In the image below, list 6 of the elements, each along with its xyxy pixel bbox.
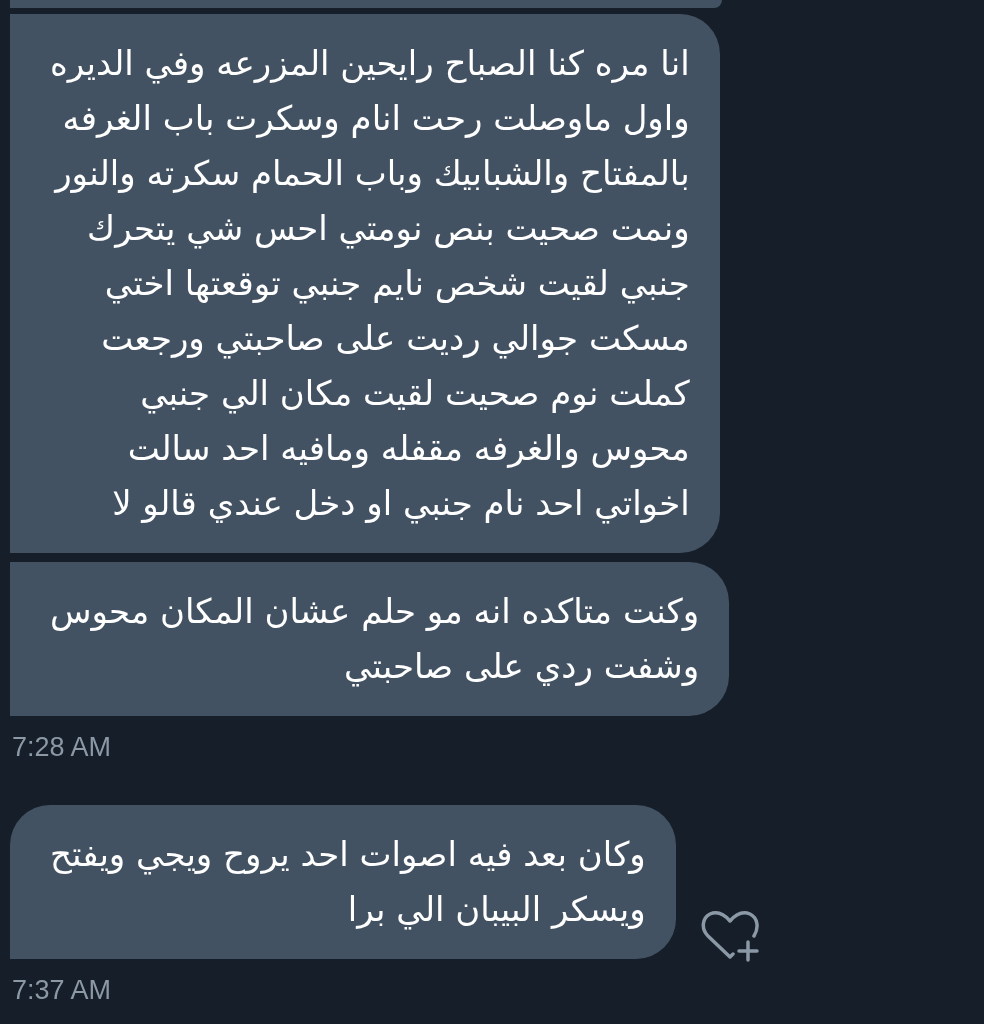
- message-bubble: وكنت متاكده انه مو حلم عشان المكان محوس وشفت ردي على صاحبتي: [10, 562, 730, 716]
- message-timestamp: 7:28 AM: [12, 731, 112, 763]
- message-bubble: انا مره كنا الصباح رايحين المزرعه وفي الديره واول ماوصلت رحت انام وسكرت باب الغرفه بالمفتاح والشبابيك وباب الحمام سكرته والنور ونمت صحيت بنص نومتي احس شي يتحرك جنبي لقيت شخص نايم جنبي توقعتها اختي مسكت جوالي رديت على صاحبتي ورجعت كملت نوم صحيت لقيت مكان الي جنبي محوس والغرفه مقفله ومافيه احد سالت اخواتي احد نام جنبي او دخل عندي قالو لا: [10, 14, 720, 553]
- heart-plus-icon[interactable]: [699, 910, 760, 962]
- message-timestamp: 7:37 AM: [12, 974, 112, 1006]
- message-bubble: وكان بعد فيه اصوات احد يروح ويجي ويفتح ويسكر البيبان الي برا: [10, 805, 676, 959]
